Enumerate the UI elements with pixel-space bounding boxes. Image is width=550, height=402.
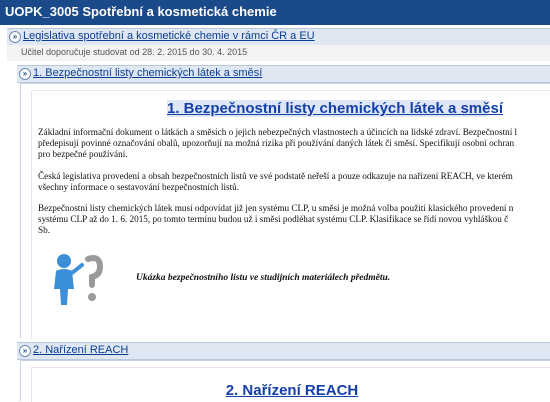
study-date-notice: Učitel doporučuje studovat od 28. 2. 201…	[7, 45, 550, 61]
section-panel-1: 1. Bezpečnostní listy chemických látek a…	[20, 83, 550, 339]
section-heading-1: 1. Bezpečnostní listy chemických látek a…	[167, 100, 503, 117]
app-header: UOPK_3005 Spotřební a kosmetická chemie	[0, 0, 550, 25]
paragraph-3: Bezpečnostní listy chemických látek musí…	[38, 203, 518, 236]
paragraph-line: předepisují povinné označování obalů, up…	[38, 138, 515, 148]
notice-text: Učitel doporučuje studovat od 28. 2. 201…	[21, 47, 248, 57]
section-link-1[interactable]: 1. Bezpečnostní listy chemických látek a…	[33, 67, 262, 79]
section-content-1: 1. Bezpečnostní listy chemických látek a…	[31, 90, 550, 339]
section-panel-2: 2. Nařízení REACH	[20, 360, 550, 402]
double-chevron-icon[interactable]: »	[19, 345, 31, 357]
paragraph-line: všechny informace o sestavování bezpečno…	[38, 182, 240, 192]
double-chevron-icon[interactable]: »	[9, 31, 21, 43]
topic-bar[interactable]: » Legislativa spotřební a kosmetické che…	[7, 28, 550, 46]
paragraph-line: pro bezpečné používání.	[38, 149, 128, 159]
section-bar-1[interactable]: » 1. Bezpečnostní listy chemických látek…	[17, 65, 550, 83]
section-link-2[interactable]: 2. Nařízení REACH	[33, 344, 128, 356]
section-bar-2[interactable]: » 2. Nařízení REACH	[17, 342, 550, 360]
topic-link[interactable]: Legislativa spotřební a kosmetické chemi…	[23, 30, 315, 42]
paragraph-line: Česká legislativa provedení a obsah bezp…	[38, 171, 513, 181]
paragraph-line: Základní informační dokument o látkách a…	[38, 127, 518, 137]
figure-caption: Ukázka bezpečnostního listu ve studijníc…	[136, 273, 391, 283]
paragraph-line: Bezpečnostní listy chemických látek musí…	[38, 203, 514, 213]
paragraph-2: Česká legislativa provedení a obsah bezp…	[38, 171, 518, 193]
paragraph-1: Základní informační dokument o látkách a…	[38, 127, 518, 160]
person-question-mark-icon	[48, 251, 108, 307]
course-title: UOPK_3005 Spotřební a kosmetická chemie	[5, 4, 277, 19]
paragraph-line: systému CLP až do 1. 6. 2015, po tomto t…	[38, 214, 509, 224]
section-content-2: 2. Nařízení REACH	[31, 367, 550, 402]
paragraph-line: Sb.	[38, 225, 51, 235]
double-chevron-icon[interactable]: »	[19, 68, 31, 80]
section-heading-2: 2. Nařízení REACH	[225, 382, 359, 399]
